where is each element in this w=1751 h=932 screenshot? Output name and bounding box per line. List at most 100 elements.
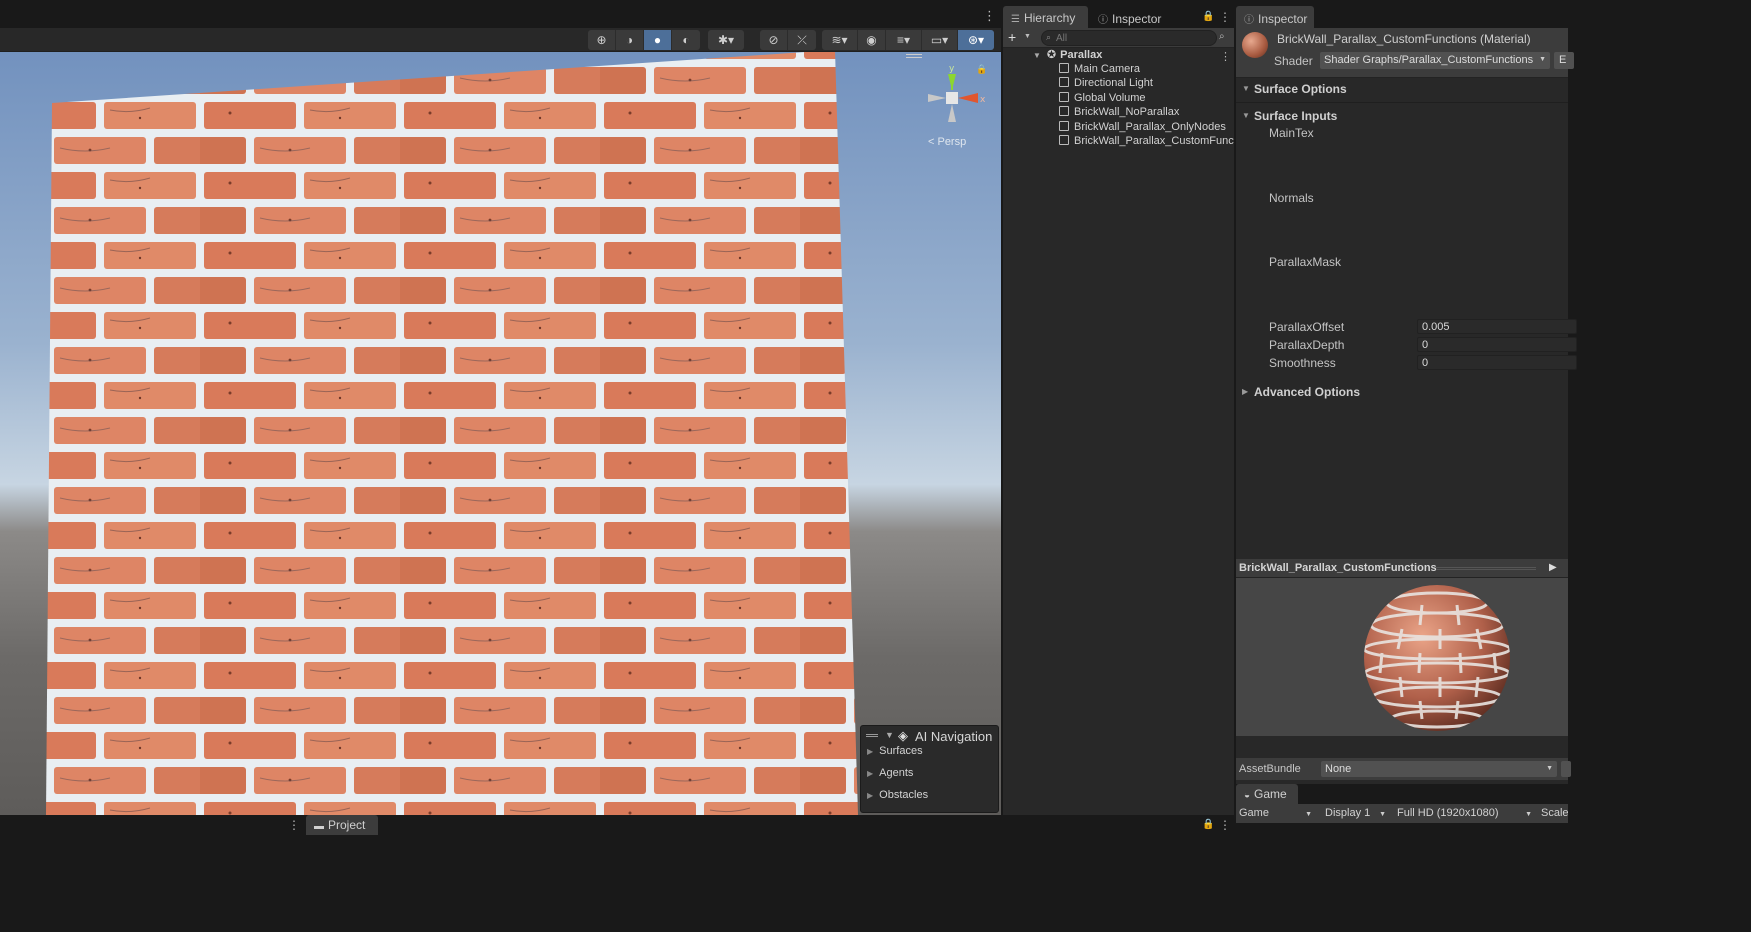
ainav-item-agents[interactable]: ▶ Agents — [867, 767, 913, 779]
scene-menu-icon[interactable]: ⋮ — [1220, 50, 1231, 63]
ai-navigation-overlay[interactable]: ▼ ◈ AI Navigation ▶ Surfaces ▶ Agents ▶ Obs… — [860, 725, 999, 813]
scene-icon: ✪ — [1046, 49, 1057, 61]
foldout-surface-options[interactable]: ▼ Surface Options — [1242, 82, 1347, 96]
shaded-wireframe-icon[interactable]: ◑ — [616, 30, 644, 50]
effects-toggle-icon[interactable]: ⤫ — [788, 30, 816, 50]
material-icon — [1242, 32, 1268, 58]
tab-game[interactable]: ◒ Game — [1236, 784, 1298, 804]
debug-mode-group: ✱▾ — [708, 30, 744, 50]
scale-slider-label[interactable]: Scale — [1538, 806, 1568, 822]
gamepad-icon: ◒ — [1244, 790, 1251, 801]
chevron-down-icon: ▼ — [1539, 56, 1546, 63]
hierarchy-tabbar: ☰ Hierarchy ⓘ Inspector 🔒 ⋮ — [1003, 6, 1234, 28]
expand-arrow-icon: ▼ — [1242, 84, 1250, 93]
assetbundle-variant-dropdown[interactable] — [1561, 761, 1571, 777]
gizmo-x-label: x — [980, 95, 986, 105]
wireframe-icon[interactable]: ⊕ — [588, 30, 616, 50]
expand-arrow-icon: ▼ — [1242, 111, 1250, 120]
tab-inspector-secondary[interactable]: ⓘ Inspector — [1090, 6, 1170, 28]
game-mode-dropdown[interactable]: Game ▼ — [1236, 806, 1316, 822]
inspector-tabbar: ⓘ Inspector — [1236, 6, 1568, 28]
gameobject-icon — [1059, 77, 1069, 87]
collapse-arrow-icon[interactable]: ▼ — [885, 730, 894, 740]
texture-label-parallaxmask: ParallaxMask — [1269, 255, 1342, 269]
more-icon[interactable]: ⋮ — [288, 818, 300, 832]
ainav-item-surfaces[interactable]: ▶ Surfaces — [867, 745, 923, 757]
display-dropdown[interactable]: Display 1 ▼ — [1322, 806, 1390, 822]
gameobject-icon — [1059, 121, 1069, 131]
shader-dropdown[interactable]: Shader Graphs/Parallax_CustomFunctions ▼ — [1320, 52, 1550, 69]
view-options-group: ≋▾ ◉ ≡▾ ▭▾ ⊛▾ — [822, 30, 994, 50]
tab-hierarchy[interactable]: ☰ Hierarchy — [1003, 6, 1088, 28]
gameobject-icon — [1059, 92, 1069, 102]
stack-icon[interactable]: ≡▾ — [886, 30, 922, 50]
prop-label-smoothness: Smoothness — [1269, 356, 1336, 370]
tree-item[interactable]: BrickWall_Parallax_CustomFunctions — [1003, 135, 1234, 149]
chevron-down-icon[interactable]: ▼ — [1024, 33, 1031, 40]
inspector-panel: ⓘ Inspector BrickWall_Parallax_CustomFunc… — [1236, 6, 1577, 815]
gizmo-lock-icon[interactable]: 🔒 — [976, 64, 987, 75]
info-icon: ⓘ — [1244, 15, 1254, 26]
tree-item[interactable]: BrickWall_Parallax_OnlyNodes — [1003, 121, 1234, 135]
parallaxdepth-field[interactable]: 0 — [1417, 337, 1577, 352]
play-icon[interactable]: ▶ — [1549, 562, 1557, 573]
more-icon[interactable]: ⋮ — [1219, 818, 1231, 832]
overlay-grip-icon[interactable] — [866, 734, 878, 737]
unlit-icon[interactable]: ◐ — [672, 30, 700, 50]
navigation-icon: ◈ — [898, 728, 908, 743]
collapsed-arrow-icon: ▶ — [1242, 387, 1249, 396]
scene-more-icon[interactable]: ⋮ — [983, 8, 996, 24]
chevron-down-icon: ▼ — [1305, 811, 1312, 818]
tab-project[interactable]: ▬ Project — [306, 815, 378, 835]
tree-item[interactable]: Global Volume — [1003, 92, 1234, 106]
gizmos-icon[interactable]: ⊛▾ — [958, 30, 994, 50]
material-preview[interactable] — [1236, 578, 1568, 736]
tab-inspector[interactable]: ⓘ Inspector — [1236, 6, 1314, 28]
parallaxoffset-field[interactable]: 0.005 — [1417, 319, 1577, 334]
scene-view[interactable]: ⊕ ◑ ● ◐ ✱▾ ⊘ ⤫ ≋▾ ◉ ≡▾ ▭▾ ⊛▾ y x 🔒 < Per… — [0, 28, 1001, 815]
tree-item[interactable]: Directional Light — [1003, 77, 1234, 91]
texture-label-normals: Normals — [1269, 191, 1314, 205]
hierarchy-panel: ☰ Hierarchy ⓘ Inspector 🔒 ⋮ + ▼ ⌕ All ⌕ ▼ ✪… — [1003, 6, 1234, 815]
hierarchy-search-input[interactable]: ⌕ All — [1041, 30, 1217, 46]
tree-item-root[interactable]: ▼ ✪ Parallax — [1003, 48, 1234, 62]
search-filter-icon[interactable]: ⌕ — [1219, 31, 1225, 42]
smoothness-field[interactable]: 0 — [1417, 355, 1577, 370]
gameobject-icon — [1059, 135, 1069, 145]
tree-item[interactable]: BrickWall_NoParallax — [1003, 106, 1234, 120]
persp-label[interactable]: < Persp — [928, 136, 966, 148]
lock-icon[interactable]: 🔒 — [1202, 11, 1214, 22]
preview-header: BrickWall_Parallax_CustomFunctions ▶ — [1236, 559, 1568, 578]
resolution-dropdown[interactable]: Full HD (1920x1080) ▼ — [1394, 806, 1536, 822]
lock-icon[interactable]: 🔒 — [1202, 819, 1214, 830]
foldout-surface-inputs[interactable]: ▼ Surface Inputs — [1242, 109, 1337, 123]
list-icon: ☰ — [1011, 14, 1020, 25]
preview-title: BrickWall_Parallax_CustomFunctions — [1239, 562, 1437, 574]
shader-edit-button[interactable]: E — [1554, 52, 1574, 69]
hierarchy-toolbar: + ▼ ⌕ All ⌕ — [1003, 28, 1234, 48]
folder-icon: ▬ — [314, 821, 324, 832]
game-toolbar: Game ▼ Display 1 ▼ Full HD (1920x1080) ▼ Sc… — [1236, 804, 1568, 823]
overlay-group: ⊘ ⤫ — [760, 30, 816, 50]
shaded-icon[interactable]: ● — [644, 30, 672, 50]
assetbundle-dropdown[interactable]: None ▼ — [1321, 761, 1557, 777]
ainav-item-obstacles[interactable]: ▶ Obstacles — [867, 789, 928, 801]
gameobject-icon — [1059, 106, 1069, 116]
layers-icon[interactable]: ≋▾ — [822, 30, 858, 50]
material-title: BrickWall_Parallax_CustomFunctions (Mate… — [1277, 32, 1531, 46]
gizmo-y-label: y — [949, 64, 955, 74]
add-icon[interactable]: + — [1008, 29, 1016, 45]
preview-drag-handle[interactable] — [1436, 567, 1536, 570]
assetbundle-row: AssetBundle None ▼ — [1236, 758, 1571, 780]
audio-toggle-icon[interactable]: ⊘ — [760, 30, 788, 50]
camera-icon[interactable]: ▭▾ — [922, 30, 958, 50]
chevron-down-icon: ▼ — [1546, 765, 1553, 772]
tree-item[interactable]: Main Camera — [1003, 63, 1234, 77]
shader-label: Shader — [1274, 54, 1313, 68]
scene-drag-handle[interactable] — [906, 54, 922, 58]
more-icon[interactable]: ⋮ — [1219, 10, 1231, 24]
assetbundle-label: AssetBundle — [1239, 763, 1301, 775]
visibility-icon[interactable]: ◉ — [858, 30, 886, 50]
debug-icon[interactable]: ✱▾ — [708, 30, 744, 50]
foldout-advanced-options[interactable]: ▶ Advanced Options — [1242, 385, 1360, 399]
